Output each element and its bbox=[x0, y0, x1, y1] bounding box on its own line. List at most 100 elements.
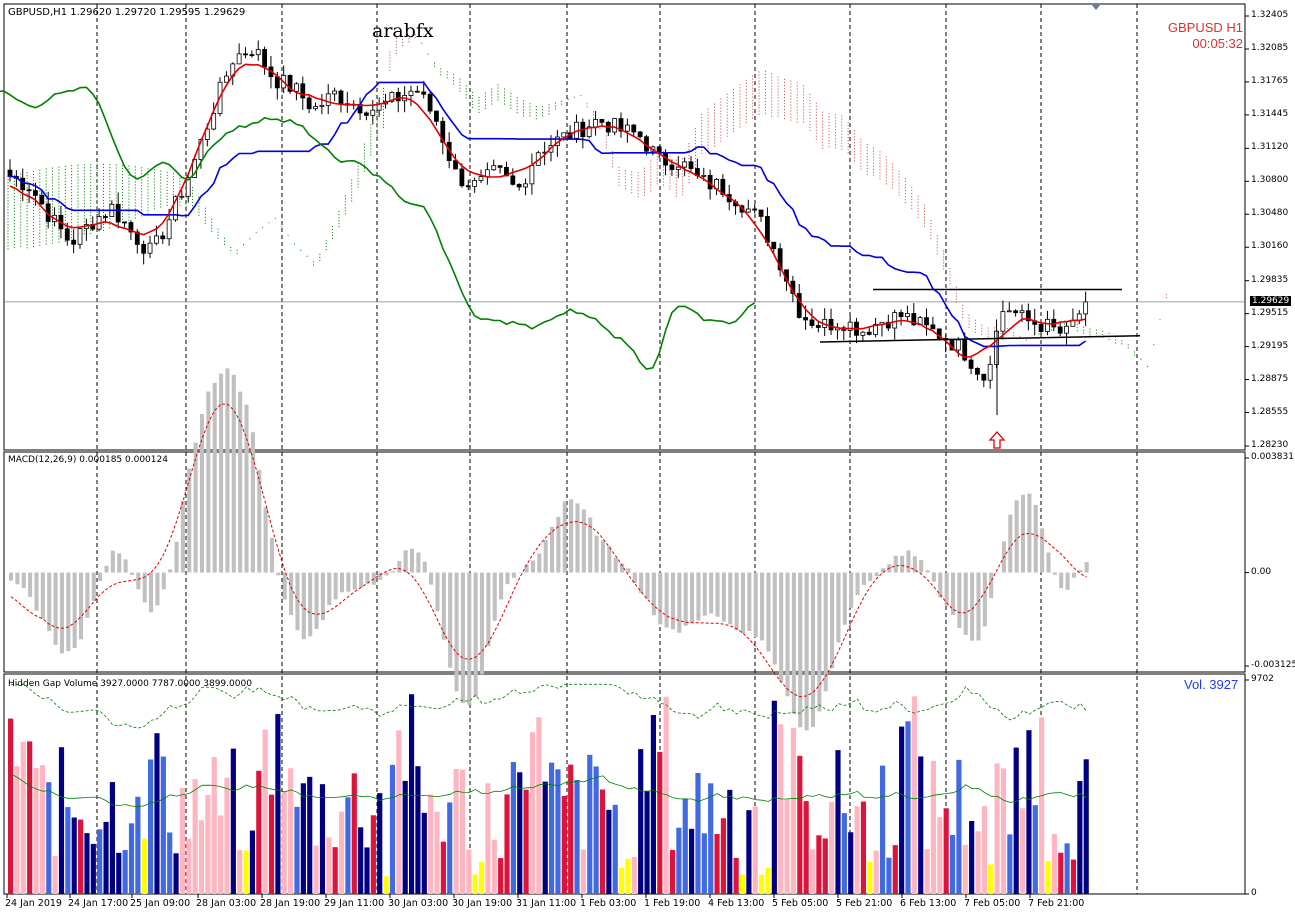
candle-body bbox=[370, 109, 376, 116]
macd-histogram-bar bbox=[9, 572, 14, 581]
macd-histogram-bar bbox=[906, 550, 911, 573]
volume-bar bbox=[536, 717, 542, 894]
macd-histogram-bar bbox=[333, 572, 338, 600]
volume-bar bbox=[517, 772, 523, 894]
candle-body bbox=[905, 313, 910, 317]
volume-bar bbox=[351, 773, 357, 894]
macd-histogram-bar bbox=[785, 572, 790, 697]
macd-histogram-bar bbox=[308, 572, 313, 637]
volume-bar bbox=[790, 727, 797, 894]
candle-body bbox=[930, 324, 936, 330]
macd-histogram-bar bbox=[747, 572, 752, 632]
macd-histogram-bar bbox=[448, 572, 453, 668]
macd-histogram-bar bbox=[193, 442, 198, 573]
volume-bar bbox=[364, 847, 370, 894]
macd-histogram-bar bbox=[460, 572, 465, 703]
macd-histogram-bar bbox=[550, 526, 555, 573]
volume-bar bbox=[478, 862, 485, 894]
volume-scale-label: 0 bbox=[1251, 888, 1257, 898]
volume-bar bbox=[84, 833, 90, 894]
candle-body bbox=[669, 164, 675, 170]
volume-bar bbox=[1000, 768, 1007, 894]
macd-histogram-bar bbox=[129, 572, 134, 575]
macd-histogram-bar bbox=[199, 414, 205, 573]
candle-body bbox=[599, 119, 605, 123]
macd-histogram-bar bbox=[168, 569, 173, 573]
volume-bar bbox=[568, 764, 574, 894]
volume-bar bbox=[249, 830, 256, 894]
volume-bar bbox=[90, 843, 96, 894]
macd-histogram-bar bbox=[543, 539, 548, 573]
volume-bar bbox=[230, 748, 236, 894]
candle-body bbox=[866, 331, 872, 335]
candle-body bbox=[1000, 311, 1006, 332]
candle-body bbox=[160, 235, 166, 240]
volume-bar bbox=[459, 769, 466, 894]
volume-bar bbox=[771, 700, 777, 894]
macd-histogram-bar bbox=[753, 572, 758, 638]
volume-bar bbox=[453, 768, 459, 894]
volume-bar bbox=[167, 832, 173, 894]
macd-histogram-bar bbox=[416, 552, 421, 573]
volume-bar bbox=[396, 730, 402, 894]
volume-bar bbox=[650, 714, 656, 894]
macd-histogram-bar bbox=[766, 572, 771, 652]
candle-body bbox=[491, 165, 497, 171]
macd-histogram-bar bbox=[397, 561, 402, 573]
volume-bar bbox=[20, 741, 26, 894]
macd-histogram-bar bbox=[180, 500, 185, 573]
volume-bar bbox=[275, 714, 281, 894]
macd-histogram-bar bbox=[562, 501, 567, 573]
candle-body bbox=[1076, 313, 1082, 321]
volume-bar bbox=[421, 812, 427, 894]
macd-histogram-bar bbox=[613, 557, 618, 573]
macd-histogram-bar bbox=[823, 572, 828, 692]
candle-body bbox=[523, 183, 528, 188]
time-axis-label: 30 Jan 19:00 bbox=[452, 898, 513, 909]
candle-body bbox=[1045, 318, 1050, 332]
macd-histogram-bar bbox=[900, 555, 905, 573]
candle-body bbox=[465, 185, 471, 188]
candle-body bbox=[675, 166, 681, 170]
volume-scale-label: 9702 bbox=[1251, 674, 1274, 684]
price-scale-label: 1.28555 bbox=[1251, 406, 1289, 417]
time-axis-label: 1 Feb 03:00 bbox=[580, 898, 637, 909]
macd-histogram-bar bbox=[104, 565, 109, 573]
volume-bar bbox=[27, 741, 33, 894]
macd-histogram-bar bbox=[59, 572, 64, 654]
macd-histogram-bar bbox=[861, 572, 866, 585]
macd-histogram-bar bbox=[257, 469, 262, 573]
candle-body bbox=[924, 317, 929, 326]
volume-bar bbox=[956, 759, 962, 894]
volume-bar bbox=[300, 783, 306, 894]
candle-body bbox=[752, 208, 758, 211]
macd-histogram-bar bbox=[352, 572, 357, 590]
macd-histogram-bar bbox=[390, 571, 395, 573]
macd-histogram-bar bbox=[989, 572, 994, 598]
volume-bar bbox=[491, 839, 497, 894]
volume-bar bbox=[867, 861, 873, 894]
price-scale-label: 1.29515 bbox=[1251, 307, 1289, 318]
macd-histogram-bar bbox=[919, 560, 924, 573]
chart-canvas[interactable] bbox=[0, 0, 1295, 918]
macd-histogram-bar bbox=[499, 572, 504, 600]
volume-bar bbox=[657, 751, 663, 894]
volume-bar bbox=[173, 853, 179, 894]
macd-histogram-bar bbox=[454, 572, 459, 692]
macd-histogram-bar bbox=[282, 572, 287, 600]
volume-bar bbox=[8, 718, 14, 894]
macd-histogram-bar bbox=[709, 572, 714, 614]
macd-histogram-bar bbox=[238, 391, 243, 573]
candle-body bbox=[497, 165, 503, 168]
candle-body bbox=[313, 106, 318, 110]
chart-shift-icon bbox=[1091, 4, 1101, 10]
volume-bar bbox=[192, 779, 198, 894]
volume-upper-band-line bbox=[11, 683, 1087, 729]
candle-body bbox=[115, 203, 121, 223]
volume-bar bbox=[746, 810, 752, 894]
candle-body bbox=[153, 235, 159, 244]
macd-histogram-bar bbox=[575, 503, 580, 573]
symbol-timer-block: GBPUSD H1 00:05:32 bbox=[1168, 20, 1243, 52]
macd-histogram-bar bbox=[47, 572, 52, 632]
volume-bar bbox=[338, 811, 345, 894]
